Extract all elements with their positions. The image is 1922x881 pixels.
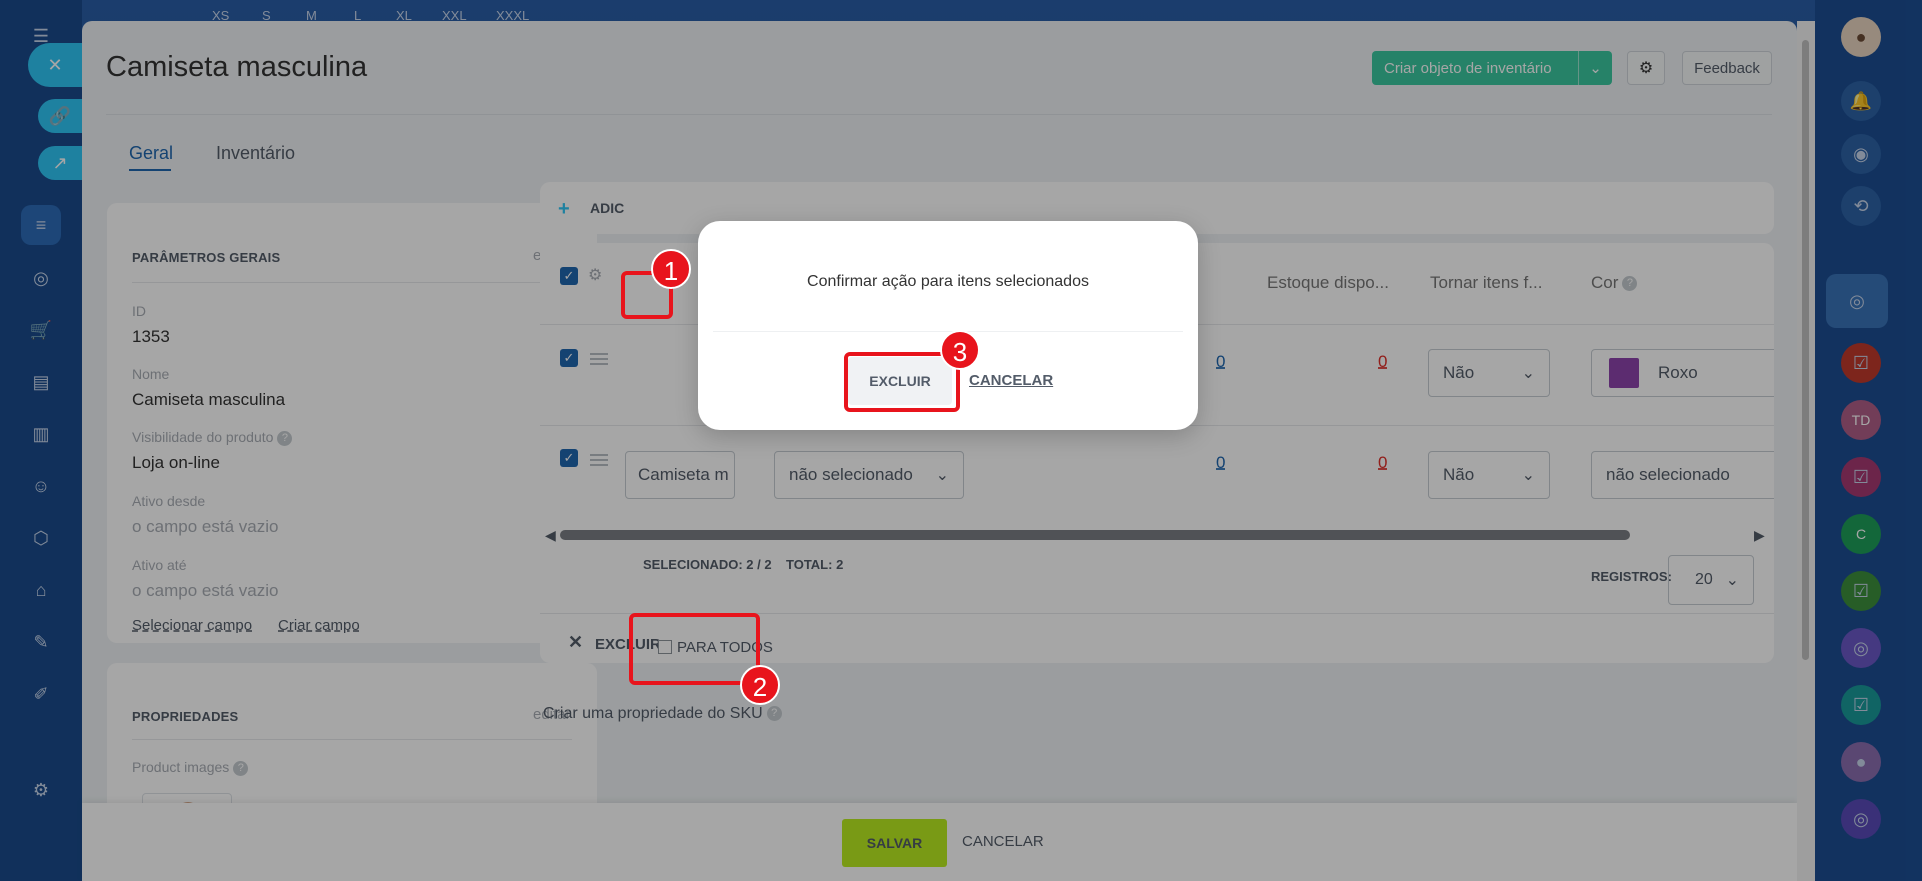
confirm-message: Confirmar ação para itens selecionados [807, 273, 1089, 290]
annotation-badge-3: 3 [940, 330, 980, 370]
annotation-badge-1: 1 [651, 249, 691, 289]
modal-overlay [0, 0, 1922, 881]
highlight-delete-action [629, 613, 760, 685]
annotation-badge-2: 2 [740, 665, 780, 705]
dialog-divider [713, 331, 1183, 332]
confirm-cancel-button[interactable]: CANCELAR [969, 372, 1053, 389]
